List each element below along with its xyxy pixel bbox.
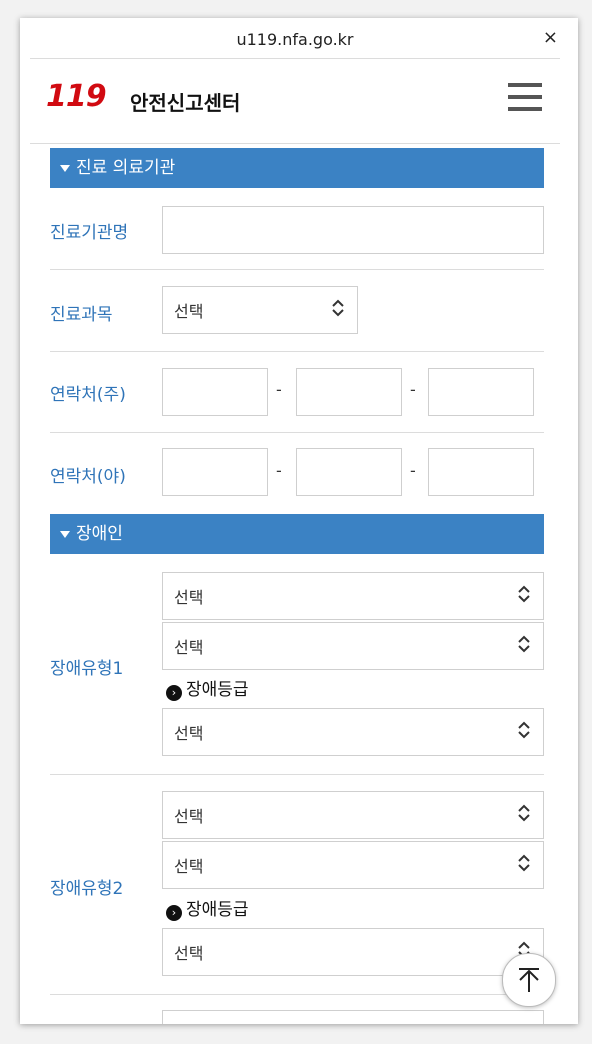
- chevron-right-circle-icon: ›: [166, 905, 182, 921]
- disability-type1-grade-label: › 장애등급: [166, 675, 249, 701]
- disability-type2-label: 장애유형2: [50, 879, 124, 899]
- url-bar: u119.nfa.go.kr ×: [30, 24, 560, 59]
- divider: [50, 432, 544, 433]
- phone-day-part3[interactable]: [428, 368, 534, 416]
- dash: -: [276, 461, 282, 480]
- logo-mark[interactable]: 119: [46, 79, 107, 114]
- scroll-top-button[interactable]: [502, 953, 556, 1007]
- institution-input[interactable]: [162, 206, 544, 254]
- divider: [50, 351, 544, 352]
- select-arrows-icon: [518, 585, 530, 603]
- phone-day-part1[interactable]: [162, 368, 268, 416]
- disability-type2-select1[interactable]: 선택: [162, 791, 544, 839]
- caret-down-icon: [60, 530, 70, 538]
- disability-type1-grade-select[interactable]: 선택: [162, 708, 544, 756]
- dash: -: [410, 461, 416, 480]
- select-arrows-icon: [332, 299, 344, 317]
- dash: -: [410, 380, 416, 399]
- site-header: 119 안전신고센터: [30, 59, 560, 144]
- select-arrows-icon: [518, 804, 530, 822]
- divider: [50, 774, 544, 775]
- institution-label: 진료기관명: [50, 223, 129, 243]
- subject-label: 진료과목: [50, 305, 113, 325]
- select-value: 선택: [174, 638, 204, 657]
- phone-night-part1[interactable]: [162, 448, 268, 496]
- close-icon[interactable]: ×: [543, 27, 558, 48]
- phone-night-label: 연락처(야): [50, 467, 126, 487]
- select-arrows-icon: [518, 854, 530, 872]
- next-select-partial[interactable]: [162, 1010, 544, 1024]
- hamburger-icon[interactable]: [508, 83, 542, 111]
- select-arrows-icon: [518, 635, 530, 653]
- phone-night-part3[interactable]: [428, 448, 534, 496]
- select-value: 선택: [174, 302, 204, 321]
- section-title: 장애인: [76, 524, 123, 544]
- select-value: 선택: [174, 724, 204, 743]
- logo-text[interactable]: 안전신고센터: [130, 87, 240, 116]
- caret-down-icon: [60, 164, 70, 172]
- select-value: 선택: [174, 588, 204, 607]
- url-text: u119.nfa.go.kr: [236, 30, 354, 49]
- browser-frame: u119.nfa.go.kr × 119 안전신고센터 진료 의료기관 진료기관…: [20, 18, 578, 1024]
- arrow-up-icon: [519, 968, 539, 992]
- divider: [50, 269, 544, 270]
- disability-type2-select2[interactable]: 선택: [162, 841, 544, 889]
- phone-night-part2[interactable]: [296, 448, 402, 496]
- disability-type2-grade-select[interactable]: 선택: [162, 928, 544, 976]
- subject-select[interactable]: 선택: [162, 286, 358, 334]
- section-header-disability[interactable]: 장애인: [50, 514, 544, 554]
- chevron-right-circle-icon: ›: [166, 685, 182, 701]
- grade-text: 장애등급: [186, 900, 249, 920]
- select-value: 선택: [174, 857, 204, 876]
- grade-text: 장애등급: [186, 680, 249, 700]
- section-title: 진료 의료기관: [76, 158, 176, 178]
- select-arrows-icon: [518, 721, 530, 739]
- phone-day-label: 연락처(주): [50, 385, 126, 405]
- disability-type1-label: 장애유형1: [50, 659, 124, 679]
- dash: -: [276, 380, 282, 399]
- select-value: 선택: [174, 944, 204, 963]
- disability-type1-select1[interactable]: 선택: [162, 572, 544, 620]
- disability-type1-select2[interactable]: 선택: [162, 622, 544, 670]
- divider: [50, 994, 544, 995]
- phone-day-part2[interactable]: [296, 368, 402, 416]
- section-header-medical[interactable]: 진료 의료기관: [50, 148, 544, 188]
- select-value: 선택: [174, 807, 204, 826]
- disability-type2-grade-label: › 장애등급: [166, 895, 249, 921]
